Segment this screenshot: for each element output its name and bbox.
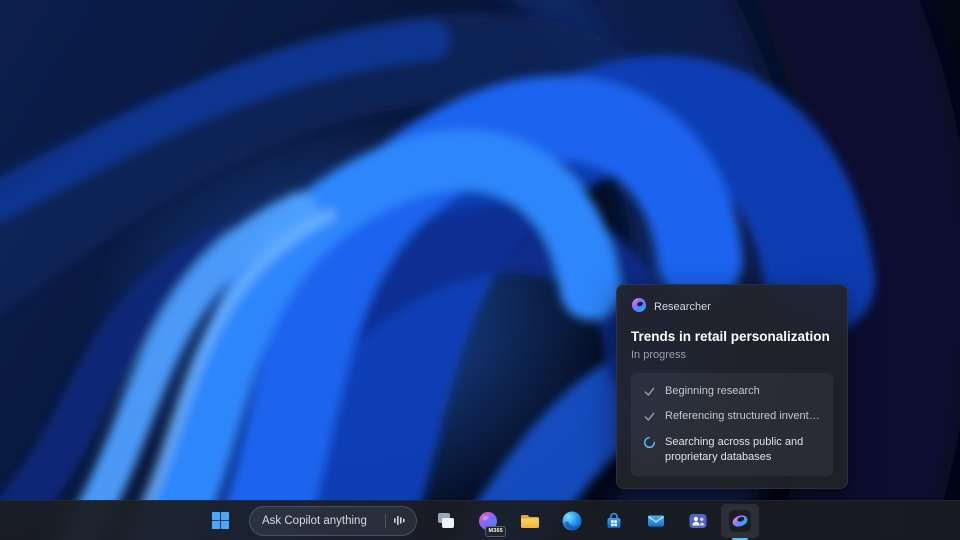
spinner-icon [642,436,656,449]
taskbar-app-file-explorer[interactable] [511,504,549,538]
taskbar-app-edge[interactable] [553,504,591,538]
taskbar-app-outlook[interactable] [637,504,675,538]
teams-icon [687,510,709,532]
task-title: Trends in retail personalization [631,329,833,344]
task-view-icon [435,510,457,532]
microsoft-store-icon [603,510,625,532]
taskbar-app-teams[interactable] [679,504,717,538]
researcher-app-name: Researcher [654,301,711,313]
taskbar-app-microsoft-store[interactable] [595,504,633,538]
start-button[interactable] [201,504,239,538]
researcher-progress-card[interactable]: Researcher Trends in retail personalizat… [616,284,848,489]
search-divider [385,514,386,528]
copilot-search-box[interactable] [249,506,417,536]
edge-icon [561,510,583,532]
check-icon [642,385,656,398]
search-input[interactable] [262,515,378,527]
step-label: Searching across public and proprietary … [665,435,822,465]
taskbar-app-task-view[interactable] [427,504,465,538]
taskbar: M365 [0,500,960,540]
step-label: Beginning research [665,384,760,399]
researcher-app-icon [631,297,647,318]
progress-step: Beginning research [642,384,822,399]
step-label: Referencing structured invention d... [665,409,822,424]
outlook-icon [645,510,667,532]
m365-badge: M365 [485,526,506,537]
voice-input-icon[interactable] [393,514,406,527]
taskbar-center-group: M365 [201,501,759,540]
desktop: Researcher Trends in retail personalizat… [0,0,960,540]
file-explorer-icon [519,510,541,532]
progress-step: Searching across public and proprietary … [642,435,822,465]
check-icon [642,410,656,423]
researcher-card-header: Researcher [631,297,833,318]
progress-step: Referencing structured invention d... [642,409,822,424]
windows-start-icon [211,511,230,530]
progress-steps-panel: Beginning research Referencing structure… [631,373,833,476]
taskbar-app-m365-copilot[interactable]: M365 [469,504,507,538]
copilot-icon [728,509,752,533]
taskbar-app-copilot[interactable] [721,504,759,538]
task-status: In progress [631,349,833,361]
